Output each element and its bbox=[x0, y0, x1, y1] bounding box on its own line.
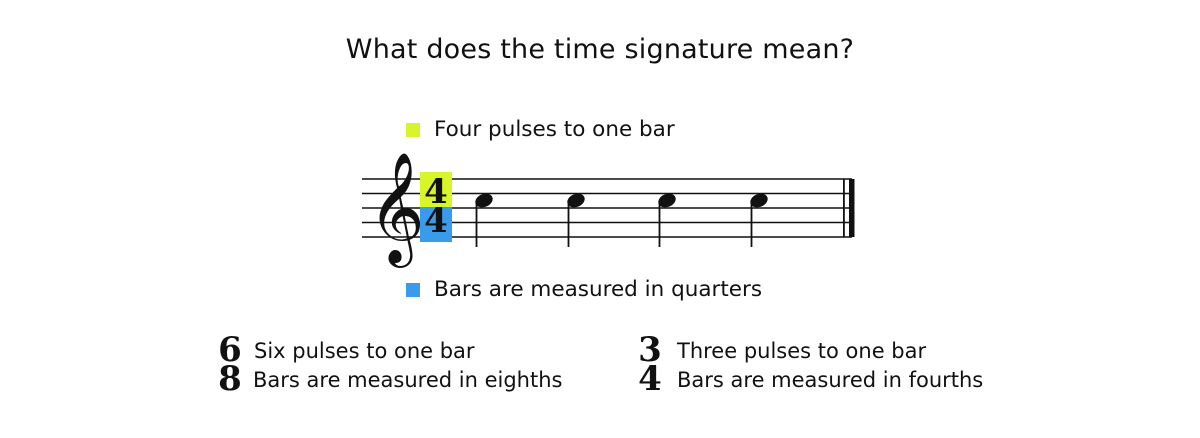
time-signature-bottom: 4 bbox=[424, 201, 448, 241]
quarter-note bbox=[567, 193, 585, 247]
quarter-note bbox=[475, 193, 493, 247]
music-staff: 𝄞 4 4 bbox=[362, 151, 855, 268]
quarter-note bbox=[658, 193, 676, 247]
legend-label-quarters: Bars are measured in quarters bbox=[434, 277, 763, 302]
quarter-note bbox=[750, 193, 768, 247]
legend-item-quarters: Bars are measured in quarters bbox=[406, 277, 762, 302]
example-line-pulses: Three pulses to one bar bbox=[677, 339, 927, 363]
example-line-pulses: Six pulses to one bar bbox=[254, 339, 475, 363]
example-time-signature: 3 4 bbox=[636, 333, 664, 399]
legend-swatch-blue bbox=[406, 282, 420, 297]
treble-clef-icon: 𝄞 bbox=[368, 151, 425, 268]
example-line-measure: Bars are measured in eighths bbox=[253, 368, 563, 392]
example-line-measure: Bars are measured in fourths bbox=[677, 368, 984, 392]
example-sig-bottom: 8 bbox=[218, 359, 242, 399]
example-time-signature: 6 8 bbox=[216, 333, 244, 399]
example-sig-bottom: 4 bbox=[638, 359, 662, 399]
